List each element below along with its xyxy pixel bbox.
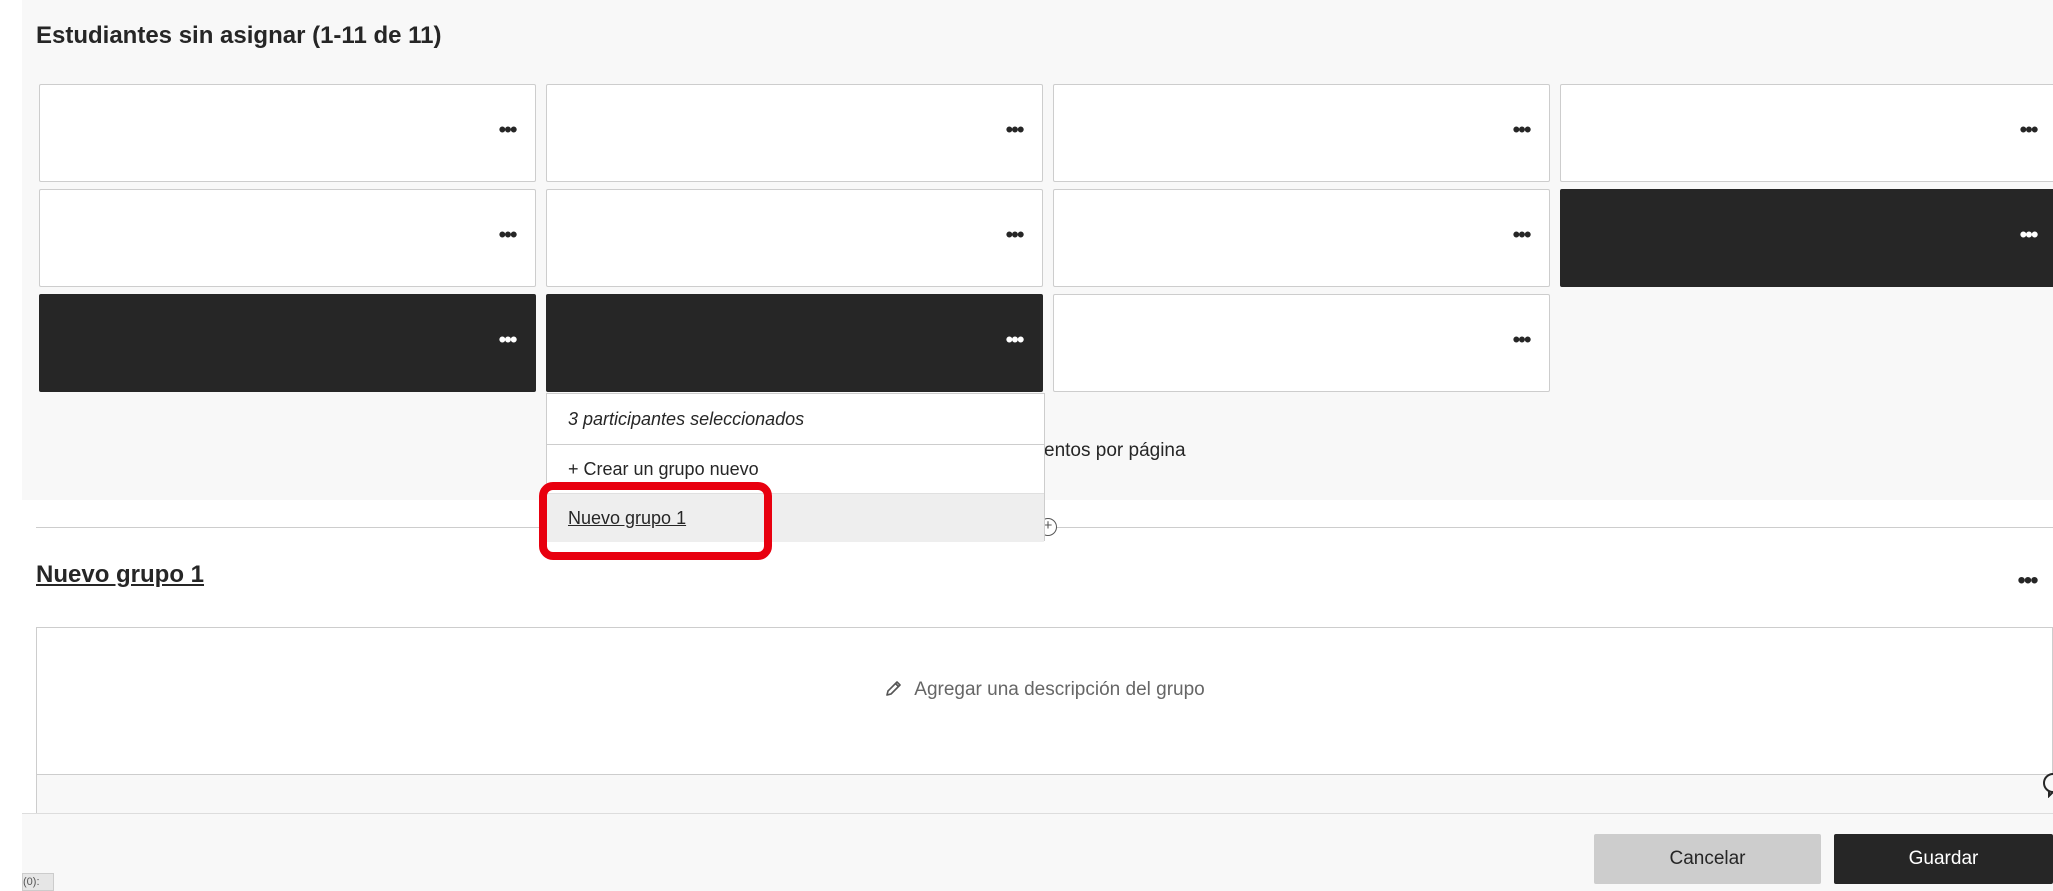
student-card[interactable]: ••• — [39, 189, 536, 287]
more-options-icon[interactable]: ••• — [493, 329, 521, 355]
student-card[interactable]: ••• — [1560, 189, 2053, 287]
group-more-options-icon[interactable]: ••• — [2010, 569, 2044, 600]
more-options-icon[interactable]: ••• — [1507, 119, 1535, 145]
save-button[interactable]: Guardar — [1834, 834, 2053, 884]
cancel-button[interactable]: Cancelar — [1594, 834, 1821, 884]
group-members-area — [36, 775, 2053, 813]
student-card[interactable]: ••• — [546, 294, 1043, 392]
more-options-icon[interactable]: ••• — [1507, 224, 1535, 250]
student-card[interactable]: ••• — [546, 189, 1043, 287]
highlight-annotation — [539, 482, 772, 560]
group-description-box[interactable]: Agregar una descripción del grupo — [36, 627, 2053, 775]
student-card[interactable]: ••• — [1560, 84, 2053, 182]
description-placeholder: Agregar una descripción del grupo — [914, 679, 1205, 700]
chat-bubble-icon[interactable] — [2041, 770, 2053, 799]
student-card[interactable]: ••• — [1053, 84, 1550, 182]
items-per-page-label: entos por página — [1044, 440, 1186, 461]
selected-count-header: 3 participantes seleccionados — [547, 394, 1044, 445]
more-options-icon[interactable]: ••• — [2014, 119, 2042, 145]
group-title[interactable]: Nuevo grupo 1 — [36, 561, 204, 589]
pencil-icon — [884, 678, 904, 704]
more-options-icon[interactable]: ••• — [1000, 329, 1028, 355]
more-options-icon[interactable]: ••• — [1000, 119, 1028, 145]
student-card[interactable]: ••• — [39, 84, 536, 182]
student-card[interactable]: ••• — [1053, 189, 1550, 287]
student-card[interactable]: ••• — [546, 84, 1043, 182]
unassigned-students-title: Estudiantes sin asignar (1-11 de 11) — [36, 22, 442, 49]
more-options-icon[interactable]: ••• — [1000, 224, 1028, 250]
more-options-icon[interactable]: ••• — [2014, 224, 2042, 250]
student-card[interactable]: ••• — [1053, 294, 1550, 392]
student-card[interactable]: ••• — [39, 294, 536, 392]
more-options-icon[interactable]: ••• — [493, 224, 521, 250]
status-tag: (0): — [22, 873, 54, 891]
more-options-icon[interactable]: ••• — [493, 119, 521, 145]
more-options-icon[interactable]: ••• — [1507, 329, 1535, 355]
